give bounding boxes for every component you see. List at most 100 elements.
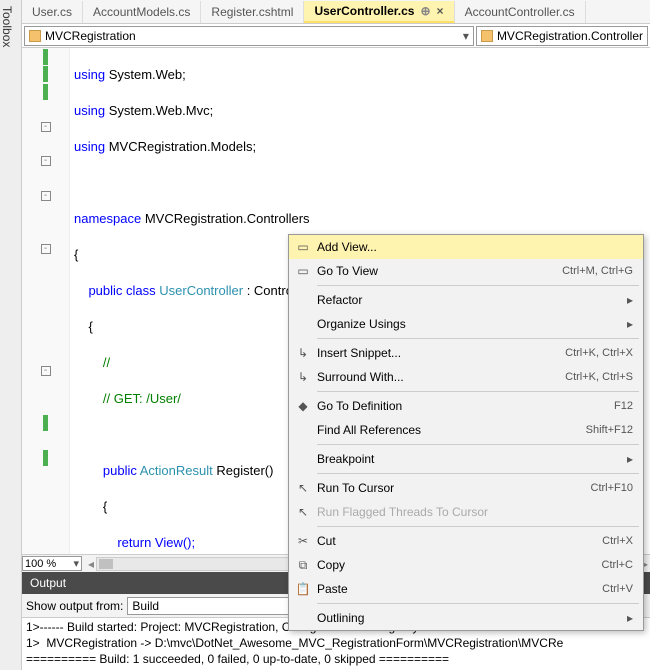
menu-label: Paste	[317, 582, 602, 596]
menu-insert-snippet[interactable]: ↳Insert Snippet...Ctrl+K, Ctrl+X	[289, 341, 643, 365]
editor-gutter: - - - - -	[22, 48, 70, 554]
submenu-arrow-icon: ▸	[617, 611, 633, 625]
menu-organize-usings[interactable]: Organize Usings▸	[289, 312, 643, 336]
menu-add-view[interactable]: ▭Add View...	[289, 235, 643, 259]
chevron-down-icon: ▾	[463, 29, 469, 43]
menu-copy[interactable]: ⧉CopyCtrl+C	[289, 553, 643, 577]
document-tabstrip: User.cs AccountModels.cs Register.cshtml…	[22, 0, 650, 24]
menu-refactor[interactable]: Refactor▸	[289, 288, 643, 312]
menu-run-to-cursor[interactable]: ↖Run To CursorCtrl+F10	[289, 476, 643, 500]
menu-shortcut: Ctrl+V	[602, 583, 633, 595]
output-line: ========== Build: 1 succeeded, 0 failed,…	[26, 652, 646, 668]
tab-usercontroller-cs[interactable]: UserController.cs ⊕ ×	[304, 1, 454, 23]
toolbox-panel[interactable]: Toolbox	[0, 0, 22, 670]
menu-label: Go To View	[317, 264, 562, 278]
tab-accountcontroller-cs[interactable]: AccountController.cs	[455, 1, 586, 23]
tab-register-cshtml[interactable]: Register.cshtml	[201, 1, 304, 23]
menu-label: Find All References	[317, 423, 586, 437]
namespace-icon	[29, 30, 41, 42]
tab-label: UserController.cs	[314, 0, 414, 22]
menu-label: Cut	[317, 534, 602, 548]
code-text: MVCRegistration.Controllers	[141, 211, 309, 226]
navigation-bar: MVCRegistration ▾ MVCRegistration.Contro…	[22, 24, 650, 48]
menu-label: Run Flagged Threads To Cursor	[317, 505, 633, 519]
outline-toggle-icon[interactable]: -	[41, 244, 51, 254]
menu-separator	[317, 285, 639, 286]
code-text: using	[74, 67, 105, 82]
cursor-icon: ↖	[289, 505, 317, 519]
submenu-arrow-icon: ▸	[617, 452, 633, 466]
tab-user-cs[interactable]: User.cs	[22, 1, 83, 23]
chevron-down-icon: ▾	[73, 557, 79, 570]
output-source-value: Build	[132, 599, 159, 613]
scope-dropdown[interactable]: MVCRegistration ▾	[24, 26, 474, 46]
code-text: return View();	[74, 535, 195, 550]
code-text: ActionResult	[140, 463, 213, 478]
code-text: MVCRegistration.Models;	[105, 139, 256, 154]
tab-label: User.cs	[32, 1, 72, 23]
toolbox-label: Toolbox	[0, 6, 14, 47]
menu-separator	[317, 338, 639, 339]
menu-label: Breakpoint	[317, 452, 617, 466]
zoom-value: 100 %	[25, 558, 56, 570]
menu-shortcut: Ctrl+M, Ctrl+G	[562, 265, 633, 277]
tab-accountmodels-cs[interactable]: AccountModels.cs	[83, 1, 201, 23]
menu-run-flagged-threads: ↖Run Flagged Threads To Cursor	[289, 500, 643, 524]
menu-label: Copy	[317, 558, 602, 572]
outline-toggle-icon[interactable]: -	[41, 156, 51, 166]
scroll-left-icon[interactable]: ◂	[86, 557, 96, 571]
tab-label: AccountModels.cs	[93, 1, 190, 23]
menu-goto-definition[interactable]: ◆Go To DefinitionF12	[289, 394, 643, 418]
menu-shortcut: Ctrl+K, Ctrl+S	[565, 371, 633, 383]
member-label: MVCRegistration.Controller	[497, 29, 643, 43]
outline-toggle-icon[interactable]: -	[41, 366, 51, 376]
context-menu: ▭Add View... ▭Go To ViewCtrl+M, Ctrl+G R…	[288, 234, 644, 631]
scrollbar-thumb[interactable]	[99, 559, 113, 569]
document-icon: ▭	[289, 240, 317, 254]
tab-label: Register.cshtml	[211, 1, 293, 23]
member-dropdown[interactable]: MVCRegistration.Controller	[476, 26, 648, 46]
definition-icon: ◆	[289, 399, 317, 413]
show-output-label: Show output from:	[26, 599, 123, 613]
menu-shortcut: Ctrl+C	[602, 559, 633, 571]
cursor-icon: ↖	[289, 481, 317, 495]
copy-icon: ⧉	[289, 558, 317, 573]
menu-label: Go To Definition	[317, 399, 614, 413]
menu-separator	[317, 473, 639, 474]
menu-shortcut: Ctrl+F10	[591, 482, 634, 494]
outline-toggle-icon[interactable]: -	[41, 122, 51, 132]
code-text: public class	[74, 283, 159, 298]
menu-paste[interactable]: 📋PasteCtrl+V	[289, 577, 643, 601]
close-icon[interactable]: ×	[437, 0, 444, 22]
code-text: using	[74, 103, 105, 118]
paste-icon: 📋	[289, 582, 317, 596]
menu-label: Surround With...	[317, 370, 565, 384]
method-icon	[481, 30, 493, 42]
code-text: namespace	[74, 211, 141, 226]
menu-label: Add View...	[317, 240, 633, 254]
scope-label: MVCRegistration	[45, 29, 136, 43]
menu-shortcut: F12	[614, 400, 633, 412]
code-text: Register()	[213, 463, 274, 478]
menu-find-references[interactable]: Find All ReferencesShift+F12	[289, 418, 643, 442]
menu-label: Insert Snippet...	[317, 346, 565, 360]
menu-cut[interactable]: ✂CutCtrl+X	[289, 529, 643, 553]
code-text: public	[74, 463, 140, 478]
menu-outlining[interactable]: Outlining▸	[289, 606, 643, 630]
menu-label: Organize Usings	[317, 317, 617, 331]
menu-shortcut: Ctrl+X	[602, 535, 633, 547]
menu-breakpoint[interactable]: Breakpoint▸	[289, 447, 643, 471]
outline-toggle-icon[interactable]: -	[41, 191, 51, 201]
code-text: System.Web.Mvc;	[105, 103, 213, 118]
menu-label: Outlining	[317, 611, 617, 625]
menu-separator	[317, 391, 639, 392]
menu-surround-with[interactable]: ↳Surround With...Ctrl+K, Ctrl+S	[289, 365, 643, 389]
menu-label: Run To Cursor	[317, 481, 591, 495]
menu-goto-view[interactable]: ▭Go To ViewCtrl+M, Ctrl+G	[289, 259, 643, 283]
code-text: using	[74, 139, 105, 154]
pin-icon[interactable]: ⊕	[420, 0, 430, 22]
zoom-dropdown[interactable]: 100 % ▾	[22, 556, 82, 571]
menu-separator	[317, 526, 639, 527]
menu-shortcut: Shift+F12	[586, 424, 633, 436]
menu-separator	[317, 444, 639, 445]
